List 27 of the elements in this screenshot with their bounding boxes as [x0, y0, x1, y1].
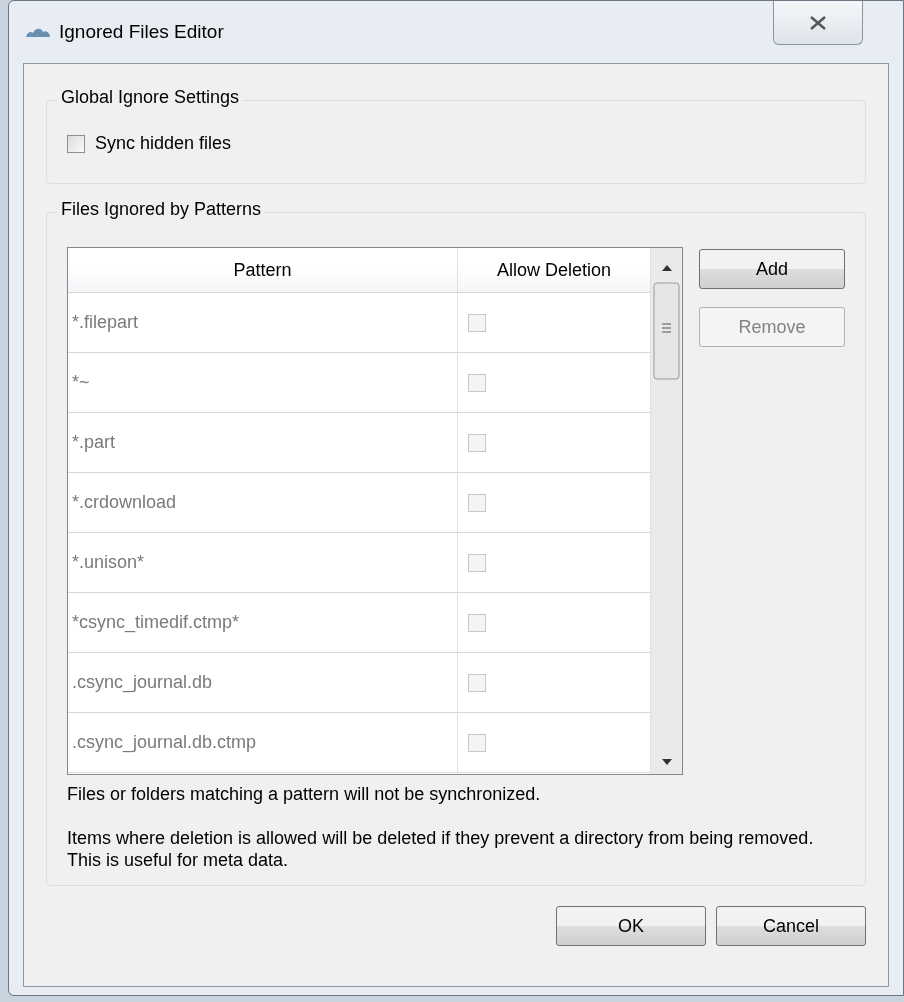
help-text: Files or folders matching a pattern will not be synchronized.	[67, 783, 542, 805]
table-cell: *~	[68, 353, 458, 412]
table-cell: *.part	[68, 413, 458, 472]
table-cell: *.unison*	[68, 533, 458, 592]
column-header[interactable]: Allow Deletion	[458, 248, 650, 292]
checkbox-label: Sync hidden files	[95, 133, 232, 154]
table-cell: .csync_journal.db.ctmp	[68, 713, 458, 772]
help-text: Items where deletion is allowed will be deleted if they prevent a directory from being removed. This is useful for meta data.	[67, 827, 815, 871]
cancel-button[interactable]: Cancel	[716, 906, 866, 946]
ok-button[interactable]: OK	[556, 906, 706, 946]
group-title: Global Ignore Settings	[57, 87, 244, 108]
close-icon	[809, 15, 827, 30]
table-cell: *csync_timedif.ctmp*	[68, 593, 458, 652]
scroll-up-icon[interactable]	[660, 264, 673, 272]
cloud-icon	[25, 26, 51, 38]
close-button[interactable]	[773, 1, 863, 45]
window-title: Ignored Files Editor	[59, 21, 224, 43]
table-cell: .csync_journal.db	[68, 653, 458, 712]
checkbox[interactable]	[67, 134, 85, 153]
table-cell: *.crdownload	[68, 473, 458, 532]
scroll-down-icon[interactable]	[660, 758, 673, 766]
scrollbar[interactable]	[650, 248, 682, 774]
table-cell: *.filepart	[68, 293, 458, 352]
scrollbar-thumb[interactable]	[653, 282, 680, 380]
column-header[interactable]: Pattern	[68, 248, 458, 292]
add-button[interactable]: Add	[699, 249, 845, 289]
group-title: Files Ignored by Patterns	[57, 199, 266, 220]
